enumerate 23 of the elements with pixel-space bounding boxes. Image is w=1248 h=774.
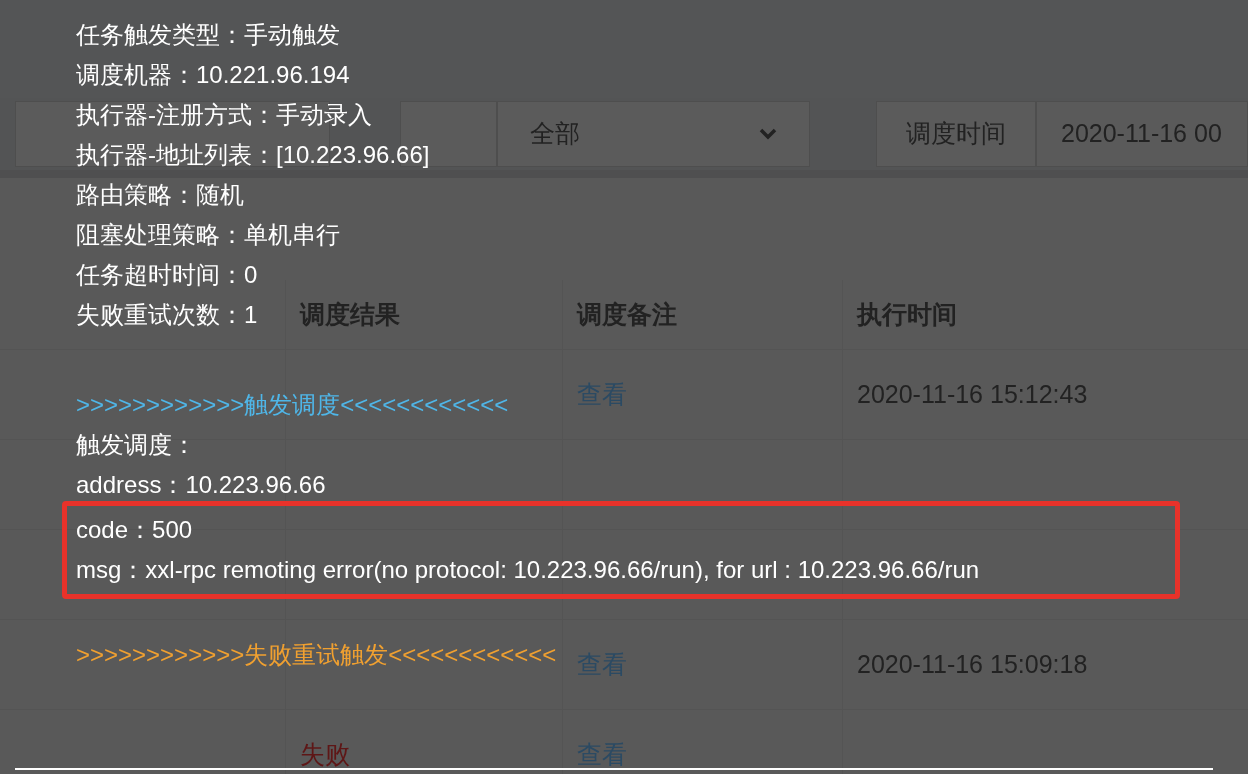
time-label: 调度时间 — [876, 101, 1036, 167]
log-line: >>>>>>>>>>>>触发调度<<<<<<<<<<<< — [76, 390, 509, 420]
log-line: 执行器-地址列表：[10.223.96.66] — [76, 140, 430, 170]
column-header: 调度备注 — [562, 280, 842, 349]
log-line: 失败重试次数：1 — [76, 300, 258, 330]
log-line: address：10.223.96.66 — [76, 470, 326, 500]
execution-time: 2020-11-16 15:09:18 — [857, 648, 1088, 680]
status-text: 失败 — [300, 738, 350, 770]
log-line: msg：xxl-rpc remoting error(no protocol: 10.223.96.66/run), for url : 10.223.96.66/run — [76, 555, 980, 585]
log-line: 任务触发类型：手动触发 — [76, 20, 340, 50]
log-line: 执行器-注册方式：手动录入 — [76, 100, 372, 130]
column-header: 调度结果 — [285, 280, 562, 349]
log-line: 调度机器：10.221.96.194 — [76, 60, 350, 90]
log-line: 任务超时时间：0 — [76, 260, 258, 290]
log-line: 路由策略：随机 — [76, 180, 244, 210]
execution-time: 2020-11-16 15:12:43 — [857, 378, 1088, 410]
log-line: 阻塞处理策略：单机串行 — [76, 220, 340, 250]
time-input[interactable]: 2020-11-16 00 — [1036, 101, 1248, 167]
log-line: code：500 — [76, 515, 193, 545]
status-select[interactable]: 全部 — [497, 101, 810, 167]
log-line: 触发调度： — [76, 430, 196, 460]
chevron-down-icon — [759, 128, 777, 140]
log-line: >>>>>>>>>>>>失败重试触发<<<<<<<<<<<< — [76, 640, 557, 670]
